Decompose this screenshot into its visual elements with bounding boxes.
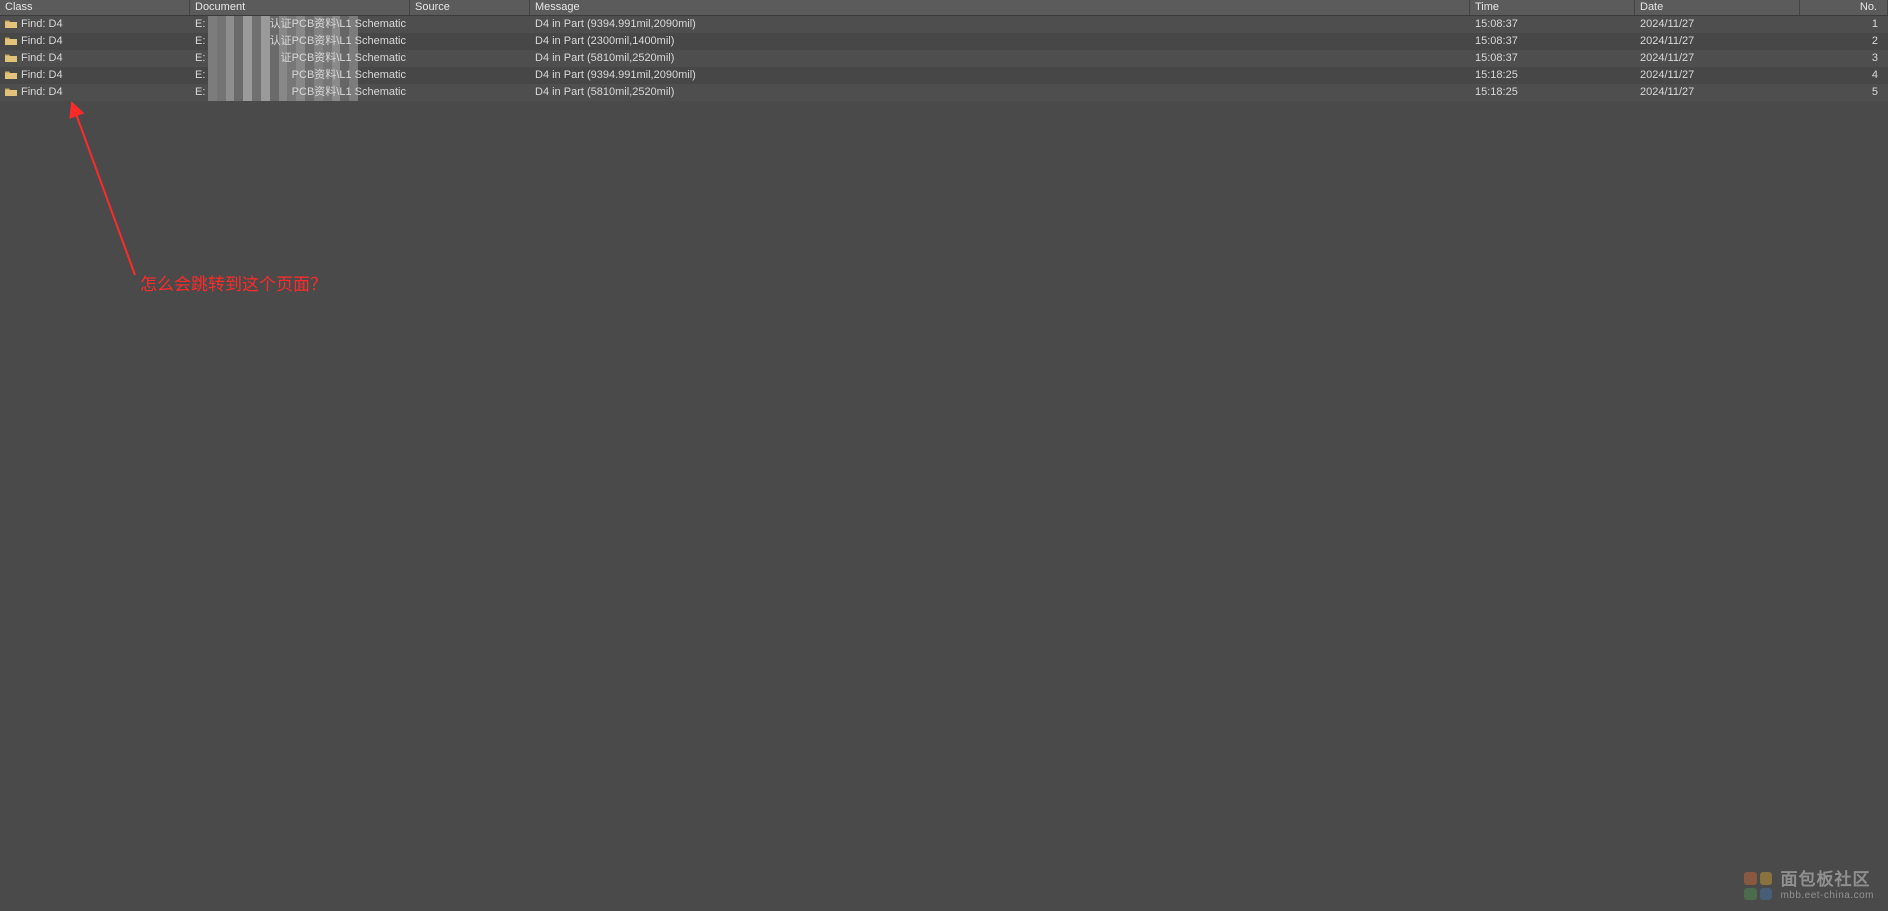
cell-source xyxy=(410,84,530,101)
cell-source xyxy=(410,33,530,50)
cell-document: E: 证PCB资料\L1 Schematic xyxy=(190,50,410,67)
cell-message: D4 in Part (9394.991mil,2090mil) xyxy=(530,16,1470,33)
cell-time: 15:08:37 xyxy=(1470,16,1635,33)
folder-icon xyxy=(5,70,17,79)
class-text: Find: D4 xyxy=(21,18,63,30)
cell-no: 4 xyxy=(1800,67,1888,84)
cell-class: Find: D4 xyxy=(0,33,190,50)
folder-icon xyxy=(5,53,17,62)
doc-prefix: E: xyxy=(195,52,205,64)
cell-no: 3 xyxy=(1800,50,1888,67)
cell-time: 15:08:37 xyxy=(1470,50,1635,67)
cell-class: Find: D4 xyxy=(0,84,190,101)
doc-suffix: PCB资料\L1 Schematic xyxy=(292,84,406,101)
col-header-no[interactable]: No. xyxy=(1800,0,1888,15)
cell-no: 1 xyxy=(1800,16,1888,33)
cell-message: D4 in Part (9394.991mil,2090mil) xyxy=(530,67,1470,84)
table-row[interactable]: Find: D4 E: 认证PCB资料\L1 Schematic D4 in Part… xyxy=(0,16,1888,33)
watermark-title: 面包板社区 xyxy=(1780,871,1874,890)
table-row[interactable]: Find: D4 E: PCB资料\L1 Schematic D4 in Part (… xyxy=(0,84,1888,101)
cell-date: 2024/11/27 xyxy=(1635,33,1800,50)
doc-prefix: E: xyxy=(195,18,205,30)
table-row[interactable]: Find: D4 E: 证PCB资料\L1 Schematic D4 in Part … xyxy=(0,50,1888,67)
table-row[interactable]: Find: D4 E: 认证PCB资料\L1 Schematic D4 in Part… xyxy=(0,33,1888,50)
cell-source xyxy=(410,67,530,84)
class-text: Find: D4 xyxy=(21,35,63,47)
doc-prefix: E: xyxy=(195,86,205,98)
cell-date: 2024/11/27 xyxy=(1635,84,1800,101)
cell-source xyxy=(410,50,530,67)
cell-message: D4 in Part (5810mil,2520mil) xyxy=(530,50,1470,67)
watermark-logo-icon xyxy=(1744,872,1772,900)
cell-class: Find: D4 xyxy=(0,67,190,84)
doc-suffix: 认证PCB资料\L1 Schematic xyxy=(270,16,406,33)
class-text: Find: D4 xyxy=(21,69,63,81)
cell-class: Find: D4 xyxy=(0,50,190,67)
table-row[interactable]: Find: D4 E: PCB资料\L1 Schematic D4 in Part (… xyxy=(0,67,1888,84)
doc-suffix: 证PCB资料\L1 Schematic xyxy=(281,50,406,67)
cell-time: 15:08:37 xyxy=(1470,33,1635,50)
cell-document: E: PCB资料\L1 Schematic xyxy=(190,84,410,101)
cell-date: 2024/11/27 xyxy=(1635,50,1800,67)
cell-time: 15:18:25 xyxy=(1470,67,1635,84)
watermark-sub: mbb.eet-china.com xyxy=(1780,890,1874,901)
doc-suffix: PCB资料\L1 Schematic xyxy=(292,67,406,84)
cell-document: E: 认证PCB资料\L1 Schematic xyxy=(190,33,410,50)
cell-no: 5 xyxy=(1800,84,1888,101)
messages-table-header: Class Document Source Message Time Date … xyxy=(0,0,1888,16)
doc-prefix: E: xyxy=(195,69,205,81)
cell-time: 15:18:25 xyxy=(1470,84,1635,101)
watermark: 面包板社区 mbb.eet-china.com xyxy=(1744,871,1874,901)
cell-date: 2024/11/27 xyxy=(1635,67,1800,84)
watermark-text: 面包板社区 mbb.eet-china.com xyxy=(1780,871,1874,901)
col-header-class[interactable]: Class xyxy=(0,0,190,15)
cell-message: D4 in Part (2300mil,1400mil) xyxy=(530,33,1470,50)
col-header-message[interactable]: Message xyxy=(530,0,1470,15)
folder-icon xyxy=(5,19,17,28)
doc-prefix: E: xyxy=(195,35,205,47)
col-header-source[interactable]: Source xyxy=(410,0,530,15)
messages-table-body: Find: D4 E: 认证PCB资料\L1 Schematic D4 in Part… xyxy=(0,16,1888,101)
folder-icon xyxy=(5,36,17,45)
doc-suffix: 认证PCB资料\L1 Schematic xyxy=(270,33,406,50)
folder-icon xyxy=(5,87,17,96)
col-header-date[interactable]: Date xyxy=(1635,0,1800,15)
col-header-time[interactable]: Time xyxy=(1470,0,1635,15)
cell-document: E: PCB资料\L1 Schematic xyxy=(190,67,410,84)
cell-date: 2024/11/27 xyxy=(1635,16,1800,33)
cell-message: D4 in Part (5810mil,2520mil) xyxy=(530,84,1470,101)
cell-source xyxy=(410,16,530,33)
class-text: Find: D4 xyxy=(21,86,63,98)
cell-no: 2 xyxy=(1800,33,1888,50)
class-text: Find: D4 xyxy=(21,52,63,64)
cell-document: E: 认证PCB资料\L1 Schematic xyxy=(190,16,410,33)
col-header-document[interactable]: Document xyxy=(190,0,410,15)
cell-class: Find: D4 xyxy=(0,16,190,33)
annotation-text: 怎么会跳转到这个页面？ xyxy=(140,270,327,295)
